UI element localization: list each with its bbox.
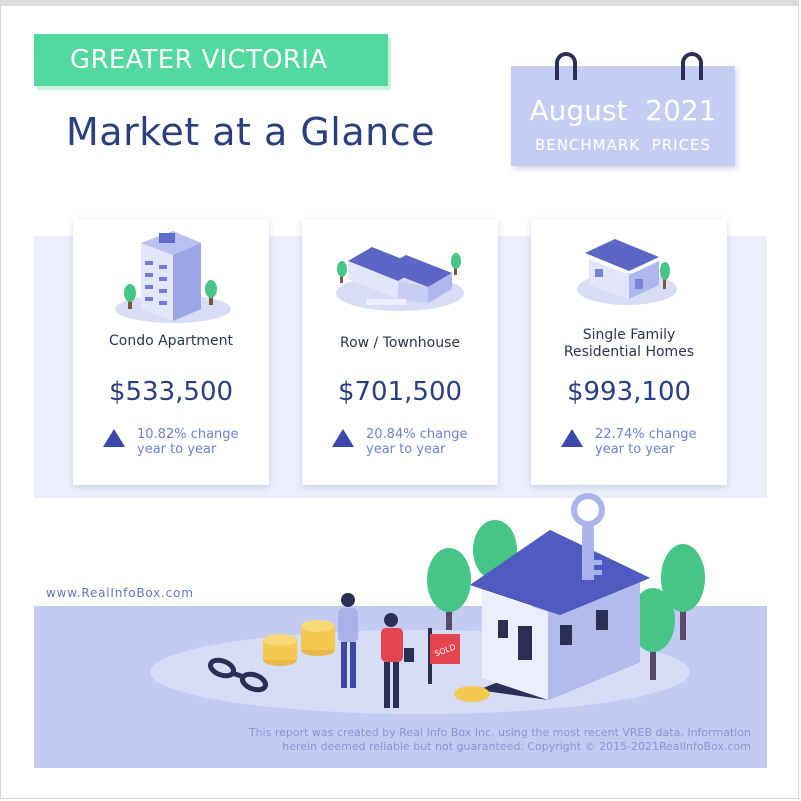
card-label: Condo Apartment <box>108 333 234 349</box>
card-label: Single Family Residential Homes <box>531 327 727 361</box>
region-label: GREATER VICTORIA <box>70 45 328 75</box>
change-percent: 22.74% change <box>595 427 697 442</box>
calendar-month-year: August 2021 <box>529 94 717 127</box>
footer-line1: This report was created by Real Info Box… <box>248 726 751 739</box>
up-arrow-icon <box>103 429 125 447</box>
card-price: $701,500 <box>337 377 463 407</box>
change-percent: 20.84% change <box>366 427 468 442</box>
card-change: 22.74% change year to year <box>595 427 697 457</box>
calendar-badge: August 2021 BENCHMARK PRICES <box>511 52 735 166</box>
up-arrow-icon <box>561 429 583 447</box>
page-title: Market at a Glance <box>66 110 435 154</box>
card-label-line2: Residential Homes <box>563 344 695 360</box>
card-change: 20.84% change year to year <box>366 427 468 457</box>
card-price: $533,500 <box>108 377 234 407</box>
condo-building-icon <box>115 231 231 323</box>
change-percent: 10.82% change <box>137 427 239 442</box>
card-label: Row / Townhouse <box>339 335 460 351</box>
calendar-ring-icon <box>555 52 577 80</box>
change-period: year to year <box>366 442 446 457</box>
calendar-subtitle: BENCHMARK PRICES <box>534 136 712 154</box>
card-single-family: Single Family Residential Homes $993,100… <box>531 219 727 485</box>
change-period: year to year <box>595 442 675 457</box>
townhouse-icon <box>336 247 464 311</box>
card-condo-apartment: Condo Apartment $533,500 10.82% change y… <box>73 219 269 485</box>
region-badge: GREATER VICTORIA <box>34 34 388 86</box>
card-row-townhouse: Row / Townhouse $701,500 20.84% change y… <box>302 219 498 485</box>
change-period: year to year <box>137 442 217 457</box>
footer-disclaimer: This report was created by Real Info Box… <box>131 726 751 754</box>
up-arrow-icon <box>332 429 354 447</box>
calendar-ring-icon <box>681 52 703 80</box>
card-label-line1: Single Family <box>582 327 676 343</box>
card-price: $993,100 <box>566 377 692 407</box>
house-icon <box>577 239 677 305</box>
card-change: 10.82% change year to year <box>137 427 239 457</box>
website-link[interactable]: www.RealInfoBox.com <box>46 586 194 600</box>
footer-line2: herein deemed reliable but not guarantee… <box>282 740 751 753</box>
